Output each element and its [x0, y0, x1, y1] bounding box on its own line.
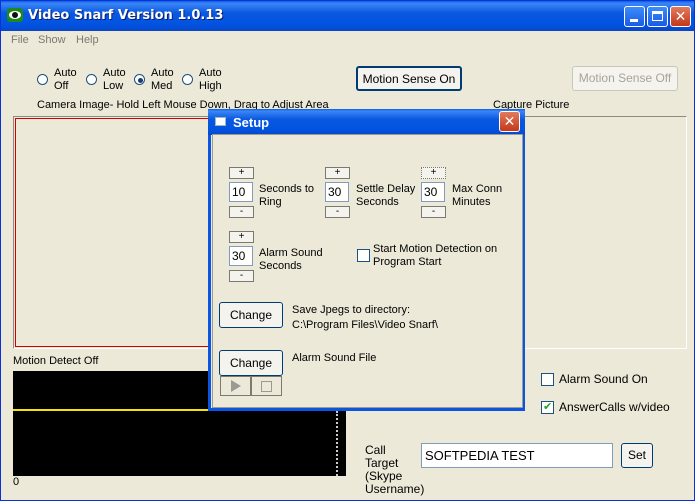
radio-auto-off-label: Auto Off [54, 67, 77, 92]
maximize-button[interactable] [647, 6, 668, 27]
alarm-seconds-minus[interactable]: - [229, 270, 254, 282]
radio-auto-low[interactable] [86, 74, 97, 85]
motion-detect-label: Motion Detect Off [13, 355, 99, 367]
alarm-sound-on-label: Alarm Sound On [559, 372, 648, 386]
set-button[interactable]: Set [621, 443, 653, 468]
max-conn-label: Max Conn Minutes [452, 183, 503, 208]
max-conn-minus[interactable]: - [421, 206, 446, 218]
setup-close-button[interactable]: ✕ [499, 111, 520, 132]
seconds-to-ring-field[interactable]: 10 [229, 182, 253, 202]
radio-auto-high[interactable] [182, 74, 193, 85]
alarm-sound-on-checkbox[interactable] [541, 373, 554, 386]
graph-zero-label: 0 [13, 476, 20, 488]
settle-delay-field[interactable]: 30 [325, 182, 349, 202]
close-button[interactable]: ✕ [670, 6, 691, 27]
change-alarm-file-button[interactable]: Change [219, 350, 283, 376]
menu-bar [1, 31, 694, 49]
max-conn-field[interactable]: 30 [421, 182, 445, 202]
window-title: Video Snarf Version 1.0.13 [28, 8, 224, 23]
radio-auto-med[interactable] [134, 74, 145, 85]
play-icon [231, 380, 241, 392]
minimize-button[interactable] [624, 6, 645, 27]
menu-help[interactable]: Help [76, 34, 99, 46]
change-jpeg-dir-button[interactable]: Change [219, 302, 283, 328]
app-eye-icon [7, 8, 23, 22]
settle-delay-label: Settle Delay Seconds [356, 183, 416, 208]
alarm-seconds-field[interactable]: 30 [229, 246, 253, 266]
setup-dialog: Setup ✕ + 10 - Seconds to Ring + 30 - Se… [208, 109, 525, 411]
save-jpegs-path: C:\Program Files\Video Snarf\ [292, 319, 438, 331]
answer-calls-label: AnswerCalls w/video [559, 400, 670, 414]
call-target-input[interactable]: SOFTPEDIA TEST [421, 443, 613, 468]
seconds-to-ring-minus[interactable]: - [229, 206, 254, 218]
play-button[interactable] [220, 376, 251, 396]
alarm-seconds-plus[interactable]: + [229, 231, 254, 243]
stop-button[interactable] [251, 376, 282, 396]
graph-scale [336, 411, 342, 476]
seconds-to-ring-plus[interactable]: + [229, 167, 254, 179]
answer-calls-checkbox[interactable] [541, 400, 554, 414]
alarm-sound-file-label: Alarm Sound File [292, 352, 377, 364]
seconds-to-ring-label: Seconds to Ring [259, 183, 315, 208]
radio-auto-med-label: Auto Med [151, 67, 174, 92]
start-motion-label: Start Motion Detection on Program Start [373, 243, 498, 268]
menu-show[interactable]: Show [38, 34, 66, 46]
call-target-label: Call Target (Skype Username) [365, 443, 425, 496]
save-jpegs-label: Save Jpegs to directory: [292, 304, 411, 316]
alarm-seconds-label: Alarm Sound Seconds [259, 247, 323, 272]
setup-title-bar[interactable]: Setup ✕ [208, 109, 525, 135]
motion-sense-on-button[interactable]: Motion Sense On [356, 66, 462, 91]
setup-title: Setup [233, 115, 270, 130]
title-bar[interactable]: Video Snarf Version 1.0.13 ✕ [1, 1, 694, 31]
stop-icon [261, 381, 272, 392]
settle-delay-minus[interactable]: - [325, 206, 350, 218]
radio-auto-off[interactable] [37, 74, 48, 85]
settle-delay-plus[interactable]: + [325, 167, 350, 179]
radio-auto-high-label: Auto High [199, 67, 222, 92]
dialog-icon [215, 117, 226, 126]
start-motion-checkbox[interactable] [357, 249, 370, 262]
radio-auto-low-label: Auto Low [103, 67, 126, 92]
max-conn-plus[interactable]: + [421, 167, 446, 179]
menu-file[interactable]: File [11, 34, 29, 46]
motion-sense-off-button[interactable]: Motion Sense Off [572, 66, 678, 91]
